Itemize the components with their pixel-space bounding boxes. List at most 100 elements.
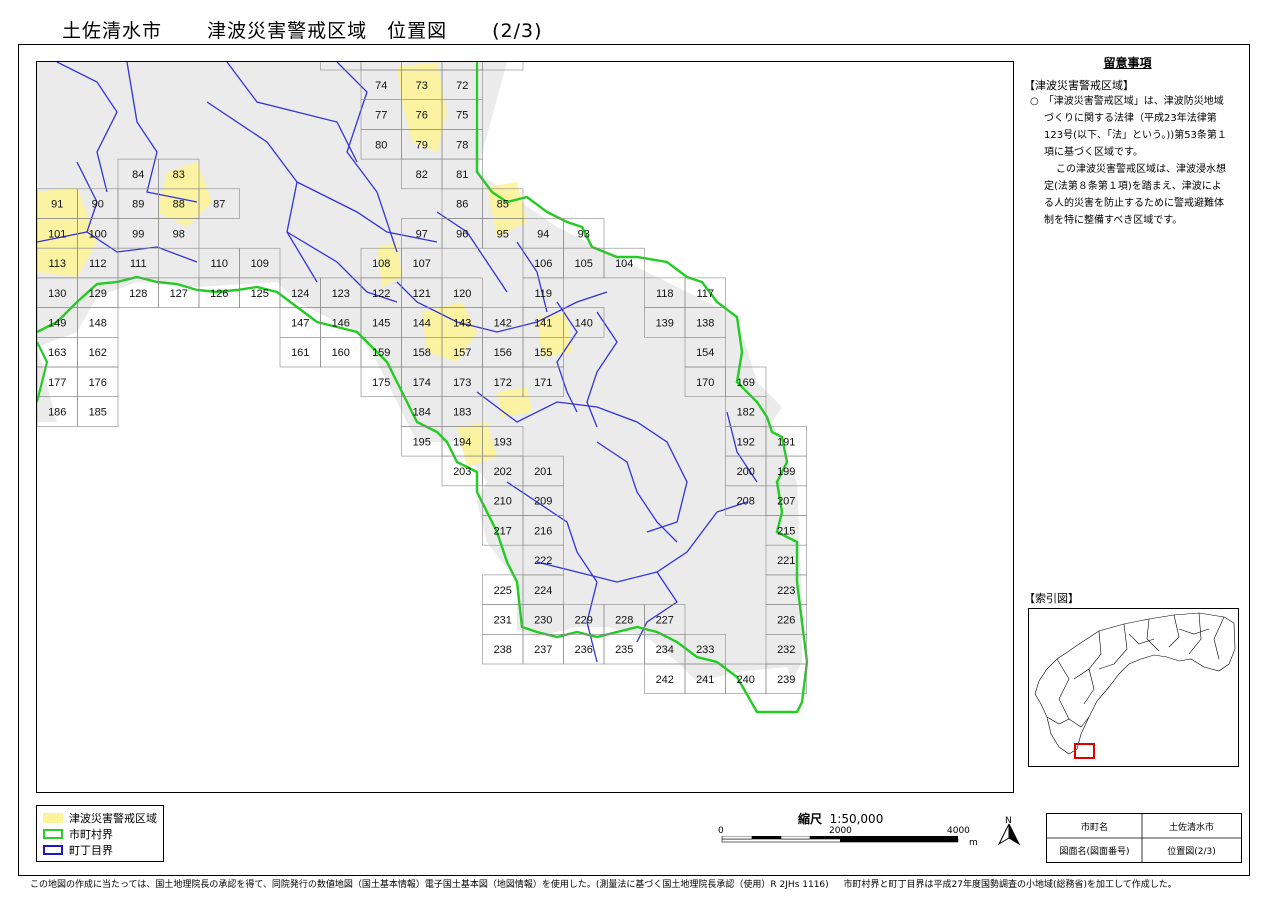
map-sheet-number[interactable]: 78: [456, 139, 468, 151]
map-sheet-number[interactable]: 105: [575, 258, 593, 270]
map-sheet-number[interactable]: 200: [737, 466, 755, 478]
map-sheet-number[interactable]: 109: [251, 258, 269, 270]
map-sheet-number[interactable]: 171: [534, 377, 552, 389]
map-sheet-number[interactable]: 143: [453, 317, 471, 329]
map-canvas[interactable]: 74 73 72 77 76 75 80 79 78 84 83 82 81 91 90 89 88 87 86 85…: [37, 62, 1013, 792]
map-sheet-number[interactable]: 233: [696, 644, 714, 656]
map-sheet-number[interactable]: 146: [332, 317, 350, 329]
map-sheet-number[interactable]: 221: [777, 555, 795, 567]
map-sheet-number[interactable]: 230: [534, 614, 552, 626]
map-sheet-number[interactable]: 83: [173, 169, 185, 181]
map-sheet-number[interactable]: 98: [173, 228, 185, 240]
map-sheet-number[interactable]: 177: [48, 377, 66, 389]
map-sheet-number[interactable]: 145: [372, 317, 390, 329]
map-sheet-number[interactable]: 138: [696, 317, 714, 329]
map-sheet-number[interactable]: 185: [89, 407, 107, 419]
map-sheet-number[interactable]: 186: [48, 407, 66, 419]
map-sheet-number[interactable]: 123: [332, 288, 350, 300]
map-sheet-number[interactable]: 242: [656, 674, 674, 686]
map-sheet-number[interactable]: 75: [456, 110, 468, 122]
map-sheet-number[interactable]: 120: [453, 288, 471, 300]
map-sheet-number[interactable]: 111: [130, 258, 147, 270]
map-sheet-number[interactable]: 241: [696, 674, 714, 686]
map-sheet-number[interactable]: 183: [453, 407, 471, 419]
map-sheet-number[interactable]: 160: [332, 347, 350, 359]
map-sheet-number[interactable]: 77: [375, 110, 387, 122]
map-sheet-number[interactable]: 210: [494, 496, 512, 508]
map-sheet-number[interactable]: 81: [456, 169, 468, 181]
map-sheet-number[interactable]: 104: [615, 258, 633, 270]
map-sheet-number[interactable]: 82: [416, 169, 428, 181]
map-sheet-number[interactable]: 147: [291, 317, 309, 329]
map-sheet-number[interactable]: 140: [575, 317, 593, 329]
map-sheet-number[interactable]: 238: [494, 644, 512, 656]
map-sheet-number[interactable]: 100: [89, 228, 107, 240]
main-map[interactable]: 74 73 72 77 76 75 80 79 78 84 83 82 81 91 90 89 88 87 86 85…: [36, 61, 1014, 793]
map-sheet-number[interactable]: 202: [494, 466, 512, 478]
map-sheet-number[interactable]: 129: [89, 288, 107, 300]
map-sheet-number[interactable]: 216: [534, 525, 552, 537]
map-sheet-number[interactable]: 236: [575, 644, 593, 656]
map-sheet-number[interactable]: 127: [170, 288, 188, 300]
map-sheet-number[interactable]: 203: [453, 466, 471, 478]
map-sheet-number[interactable]: 176: [89, 377, 107, 389]
map-sheet-number[interactable]: 170: [696, 377, 714, 389]
map-sheet-number[interactable]: 169: [737, 377, 755, 389]
map-sheet-number[interactable]: 156: [494, 347, 512, 359]
map-sheet-number[interactable]: 175: [372, 377, 390, 389]
map-sheet-number[interactable]: 79: [416, 139, 428, 151]
map-sheet-number[interactable]: 199: [777, 466, 795, 478]
map-sheet-number[interactable]: 174: [413, 377, 431, 389]
map-sheet-number[interactable]: 163: [48, 347, 66, 359]
map-sheet-number[interactable]: 139: [656, 317, 674, 329]
map-sheet-number[interactable]: 191: [777, 436, 795, 448]
map-sheet-number[interactable]: 234: [656, 644, 674, 656]
map-sheet-number[interactable]: 157: [453, 347, 471, 359]
map-sheet-number[interactable]: 93: [578, 228, 590, 240]
map-sheet-number[interactable]: 239: [777, 674, 795, 686]
map-sheet-number[interactable]: 227: [656, 614, 674, 626]
map-sheet-number[interactable]: 97: [416, 228, 428, 240]
map-sheet-number[interactable]: 94: [537, 228, 549, 240]
map-sheet-number[interactable]: 128: [129, 288, 147, 300]
map-sheet-number[interactable]: 159: [372, 347, 390, 359]
map-sheet-number[interactable]: 235: [615, 644, 633, 656]
map-sheet-number[interactable]: 231: [494, 614, 512, 626]
map-sheet-number[interactable]: 148: [89, 317, 107, 329]
map-sheet-number[interactable]: 73: [416, 80, 428, 92]
map-sheet-number[interactable]: 72: [456, 80, 468, 92]
map-sheet-number[interactable]: 96: [456, 228, 468, 240]
map-sheet-number[interactable]: 121: [413, 288, 431, 300]
map-sheet-number[interactable]: 86: [456, 199, 468, 211]
map-sheet-number[interactable]: 228: [615, 614, 633, 626]
map-sheet-number[interactable]: 232: [777, 644, 795, 656]
map-sheet-number[interactable]: 222: [534, 555, 552, 567]
map-sheet-number[interactable]: 118: [656, 288, 674, 300]
map-sheet-number[interactable]: 113: [48, 258, 66, 270]
map-sheet-number[interactable]: 184: [413, 407, 431, 419]
map-sheet-number[interactable]: 142: [494, 317, 512, 329]
map-sheet-number[interactable]: 208: [737, 496, 755, 508]
map-sheet-number[interactable]: 119: [534, 288, 552, 300]
map-sheet-number[interactable]: 223: [777, 585, 795, 597]
map-sheet-number[interactable]: 229: [575, 614, 593, 626]
map-sheet-number[interactable]: 224: [534, 585, 552, 597]
map-sheet-number[interactable]: 76: [416, 110, 428, 122]
map-sheet-number[interactable]: 110: [210, 258, 228, 270]
map-sheet-number[interactable]: 85: [497, 199, 509, 211]
map-sheet-number[interactable]: 95: [497, 228, 509, 240]
map-sheet-number[interactable]: 99: [132, 228, 144, 240]
map-sheet-number[interactable]: 124: [291, 288, 309, 300]
map-sheet-number[interactable]: 126: [210, 288, 228, 300]
map-sheet-number[interactable]: 237: [534, 644, 552, 656]
map-sheet-number[interactable]: 108: [372, 258, 390, 270]
map-sheet-number[interactable]: 117: [696, 288, 714, 300]
map-sheet-number[interactable]: 158: [413, 347, 431, 359]
map-sheet-number[interactable]: 87: [213, 199, 225, 211]
map-sheet-number[interactable]: 112: [89, 258, 107, 270]
map-sheet-number[interactable]: 195: [413, 436, 431, 448]
map-sheet-number[interactable]: 90: [92, 199, 104, 211]
map-sheet-number[interactable]: 80: [375, 139, 387, 151]
map-sheet-number[interactable]: 101: [48, 228, 66, 240]
map-sheet-number[interactable]: 193: [494, 436, 512, 448]
